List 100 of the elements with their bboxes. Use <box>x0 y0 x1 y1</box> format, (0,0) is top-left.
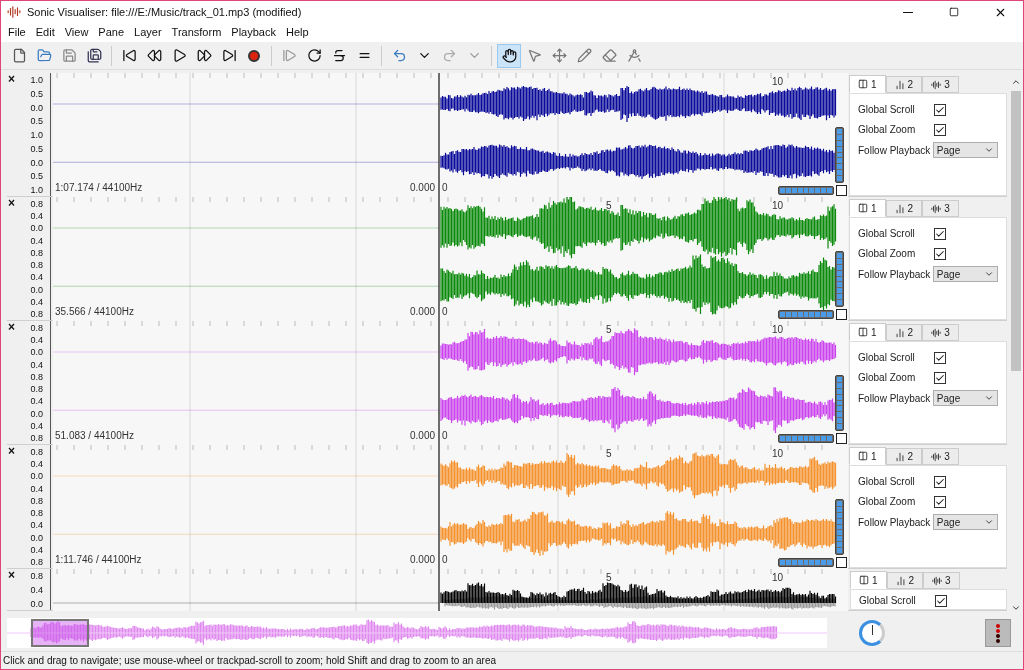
menu-item[interactable]: Playback <box>226 24 281 41</box>
follow-playback-dropdown[interactable]: Page <box>932 142 998 158</box>
move-icon <box>551 48 567 63</box>
step-forward-icon <box>281 48 297 63</box>
checkmark-icon <box>935 476 945 487</box>
menu-item[interactable]: Transform <box>166 24 227 41</box>
scale-label: 0.4 <box>30 545 43 555</box>
pane-tab[interactable]: 1 <box>850 571 887 589</box>
playback-speed-dial[interactable] <box>859 620 885 646</box>
scale-label: 0.8 <box>30 248 43 258</box>
menu-item[interactable]: View <box>59 24 94 41</box>
checkbox[interactable] <box>934 123 946 136</box>
pane-tab[interactable]: 3 <box>923 572 960 589</box>
time-tick-label: 5 <box>606 325 612 335</box>
tab-icon <box>894 327 905 338</box>
pane-tab[interactable]: 2 <box>885 324 923 341</box>
tab-icon <box>931 327 942 338</box>
scale-label: 0.4 <box>30 484 43 494</box>
reset-button[interactable] <box>836 309 847 320</box>
setting-label: Follow Playback <box>858 391 932 406</box>
menu-item[interactable]: Help <box>280 24 314 41</box>
pane-tab[interactable]: 3 <box>922 448 959 465</box>
pane-tab[interactable]: 3 <box>922 324 959 341</box>
checkmark-icon <box>935 372 945 383</box>
tab-icon <box>894 203 905 214</box>
hand-icon <box>501 48 517 63</box>
scale-label: 0.8 <box>30 557 43 567</box>
checkbox[interactable] <box>935 594 947 607</box>
pane-tab[interactable]: 3 <box>922 76 959 93</box>
checkmark-icon <box>936 595 946 606</box>
tab-icon <box>858 79 868 89</box>
checkbox[interactable] <box>934 371 946 384</box>
tab-icon <box>858 327 868 337</box>
status-bar-text: Click and drag to navigate; use mouse-wheel or trackpad-scroll to zoom; hold Shift and drag to zoom to an area <box>3 654 497 668</box>
pane-tab[interactable]: 1 <box>849 199 886 217</box>
pane-tab[interactable]: 2 <box>885 200 923 217</box>
follow-playback-dropdown[interactable]: Page <box>932 390 998 406</box>
scale-label: 1.0 <box>30 131 43 140</box>
follow-playback-dropdown[interactable]: Page <box>932 514 998 530</box>
setting-label: Global Zoom <box>858 247 917 261</box>
checkbox[interactable] <box>934 495 946 508</box>
rewind-icon <box>146 48 162 63</box>
scale-label: 0.8 <box>30 496 43 506</box>
reset-button[interactable] <box>836 185 847 196</box>
close-pane-button[interactable]: × <box>7 197 17 209</box>
eraser-icon <box>601 48 617 63</box>
pane-tab[interactable]: 1 <box>849 75 886 93</box>
chevron-down-icon <box>984 393 994 403</box>
scale-label: 0.5 <box>30 117 43 127</box>
checkbox[interactable] <box>934 103 946 116</box>
scale-label: 0.4 <box>30 586 43 595</box>
pane-tab[interactable]: 3 <box>922 200 959 217</box>
window-title: Sonic Visualiser: file:///E:/Music/track_01.mp3 (modified) <box>27 4 302 20</box>
start-frame-label: 0 <box>442 307 448 317</box>
reset-button[interactable] <box>836 433 847 444</box>
chevron-down-icon <box>984 517 994 527</box>
pane-tab[interactable]: 1 <box>849 447 886 465</box>
menu-item[interactable]: Pane <box>93 24 130 41</box>
mode-tool-button[interactable] <box>497 43 521 68</box>
scale-label: 0.4 <box>30 297 43 307</box>
pane-tab[interactable]: 2 <box>885 76 923 93</box>
pane-tab[interactable]: 2 <box>886 572 924 589</box>
checkmark-icon <box>935 104 945 115</box>
duration-label: 35.566 / 44100Hz <box>55 307 134 317</box>
checkbox[interactable] <box>934 247 946 260</box>
close-pane-button[interactable]: × <box>7 73 17 85</box>
menu-item[interactable]: Layer <box>129 24 167 41</box>
reset-button[interactable] <box>836 557 847 568</box>
setting-label: Global Zoom <box>858 123 917 137</box>
follow-playback-dropdown[interactable]: Page <box>932 266 998 282</box>
checkbox[interactable] <box>934 227 946 240</box>
viewport-frame[interactable] <box>31 619 89 647</box>
tab-icon <box>931 79 942 90</box>
pane-tab[interactable]: 1 <box>849 323 886 341</box>
chevron-down-icon <box>984 145 994 155</box>
menu-item[interactable]: Edit <box>30 24 60 41</box>
start-time-label: 0.000 <box>410 307 436 317</box>
overview-strip[interactable] <box>7 618 827 648</box>
close-pane-button[interactable]: × <box>7 569 17 581</box>
scale-label: 1.0 <box>30 186 43 195</box>
tab-icon <box>859 575 869 585</box>
close-pane-button[interactable]: × <box>7 445 17 457</box>
scroll-up-icon <box>1011 77 1021 87</box>
loop-icon <box>306 48 322 63</box>
tab-icon <box>932 575 943 586</box>
checkbox[interactable] <box>934 351 946 364</box>
time-tick-label: 5 <box>606 201 612 211</box>
pane-tab[interactable]: 2 <box>885 448 923 465</box>
scale-label: 0.0 <box>30 348 43 358</box>
layer-settings-button[interactable] <box>985 619 1011 647</box>
maximize-icon <box>949 7 959 17</box>
menu-item[interactable]: File <box>3 24 31 41</box>
setting-label: Follow Playback <box>858 267 932 282</box>
close-pane-button[interactable]: × <box>7 321 17 333</box>
scale-label: 0.0 <box>30 472 43 482</box>
checkbox[interactable] <box>934 475 946 488</box>
scale-label: 0.4 <box>30 460 43 470</box>
time-tick-label: 10 <box>772 201 784 211</box>
scale-label: 0.8 <box>30 309 43 319</box>
scale-label: 0.0 <box>30 224 43 234</box>
